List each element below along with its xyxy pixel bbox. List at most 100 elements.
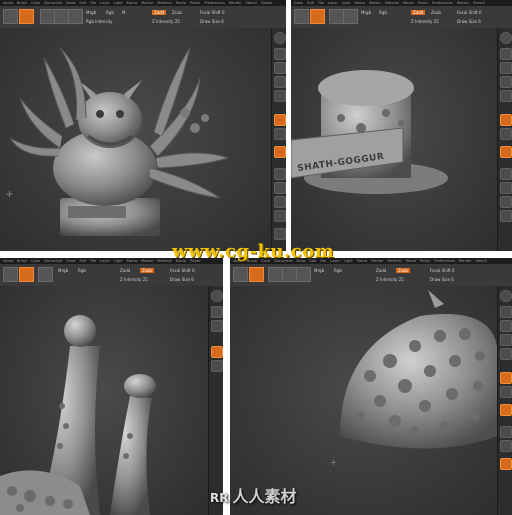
- focal-shift-label[interactable]: Focal Shift 0: [200, 10, 225, 15]
- rgb-label[interactable]: Rgb: [106, 10, 114, 15]
- menu-item[interactable]: Material: [157, 259, 171, 263]
- menu-item[interactable]: File: [318, 1, 324, 5]
- menu-item[interactable]: Marker: [371, 259, 383, 263]
- menu-item[interactable]: Light: [114, 1, 123, 5]
- menu-item[interactable]: Light: [344, 259, 353, 263]
- scale-button[interactable]: [54, 9, 69, 24]
- edit-button[interactable]: [294, 9, 309, 24]
- move-button[interactable]: [40, 9, 55, 24]
- edit-button[interactable]: [3, 267, 18, 282]
- menu-item[interactable]: Draw: [66, 1, 75, 5]
- persp-button[interactable]: [500, 372, 512, 384]
- scale-view-button[interactable]: [274, 196, 286, 208]
- aahalf-button[interactable]: [500, 90, 512, 102]
- move-button[interactable]: [38, 267, 53, 282]
- canvas-viewport[interactable]: [0, 286, 208, 515]
- z-intensity-label[interactable]: Z Intensity 25: [411, 19, 439, 24]
- zsub-label[interactable]: Zsub: [396, 268, 410, 273]
- menu-item[interactable]: Render: [229, 1, 241, 5]
- aahalf-button[interactable]: [500, 348, 512, 360]
- focal-shift-label[interactable]: Focal Shift 0: [170, 268, 195, 273]
- menu-item[interactable]: Macro: [127, 1, 138, 5]
- scroll-button[interactable]: [500, 48, 512, 60]
- bpr-button[interactable]: [500, 32, 512, 44]
- z-intensity-label[interactable]: Z Intensity 25: [120, 277, 148, 282]
- menu-item[interactable]: Alpha: [3, 259, 13, 263]
- draw-button[interactable]: [249, 267, 264, 282]
- menu-item[interactable]: Draw: [294, 1, 303, 5]
- edit-button[interactable]: [233, 267, 248, 282]
- actual-button[interactable]: [500, 334, 512, 346]
- menu-item[interactable]: Macro: [357, 259, 368, 263]
- frame-button[interactable]: [274, 168, 286, 180]
- rgb-label[interactable]: Rgb: [78, 268, 86, 273]
- menu-item[interactable]: Document: [44, 259, 62, 263]
- rotate-view-button[interactable]: [274, 210, 286, 222]
- menu-item[interactable]: Layer: [100, 259, 110, 263]
- focal-shift-label[interactable]: Focal Shift 0: [457, 10, 482, 15]
- menu-item[interactable]: Render: [457, 1, 469, 5]
- menu-item[interactable]: Marker: [141, 259, 153, 263]
- bpr-button[interactable]: [274, 32, 286, 44]
- move-view-button[interactable]: [500, 182, 512, 194]
- rotate-button[interactable]: [296, 267, 311, 282]
- menu-item[interactable]: Draw: [66, 259, 75, 263]
- menu-item[interactable]: Macro: [354, 1, 365, 5]
- menu-item[interactable]: Light: [114, 259, 123, 263]
- polyf-button[interactable]: [274, 228, 286, 240]
- persp-button[interactable]: [211, 346, 223, 358]
- rgb-label[interactable]: Rgb: [334, 268, 342, 273]
- menu-item[interactable]: Stencil: [245, 1, 257, 5]
- menu-item[interactable]: Preferences: [434, 259, 455, 263]
- move-button[interactable]: [329, 9, 344, 24]
- zsub-label[interactable]: Zsub: [431, 10, 441, 15]
- zadd-label[interactable]: Zadd: [376, 268, 386, 273]
- m-label[interactable]: M: [122, 10, 125, 15]
- canvas-viewport[interactable]: +: [230, 286, 497, 515]
- floor-button[interactable]: [211, 360, 223, 372]
- rotate-button[interactable]: [68, 9, 83, 24]
- persp-button[interactable]: [500, 114, 512, 126]
- menu-item[interactable]: Edit: [80, 259, 87, 263]
- menu-item[interactable]: Movie: [176, 1, 186, 5]
- scale-button[interactable]: [282, 267, 297, 282]
- z-intensity-label[interactable]: Z Intensity 25: [152, 19, 180, 24]
- local-button[interactable]: [500, 146, 512, 158]
- draw-button[interactable]: [19, 267, 34, 282]
- local-button[interactable]: [500, 404, 512, 416]
- menu-item[interactable]: Movie: [406, 259, 416, 263]
- menu-item[interactable]: Layer: [328, 1, 338, 5]
- aahalf-button[interactable]: [274, 90, 286, 102]
- draw-button[interactable]: [310, 9, 325, 24]
- move-view-button[interactable]: [274, 182, 286, 194]
- local-button[interactable]: [274, 146, 286, 158]
- menu-item[interactable]: Picker: [190, 1, 200, 5]
- menu-item[interactable]: Marker: [369, 1, 381, 5]
- bpr-button[interactable]: [500, 290, 512, 302]
- canvas-viewport[interactable]: SHATH-GOGGUR: [291, 28, 497, 251]
- z-intensity-label[interactable]: Z Intensity 25: [376, 277, 404, 282]
- menu-item[interactable]: Material: [387, 259, 401, 263]
- menu-item[interactable]: Preferences: [432, 1, 453, 5]
- mrgb-label[interactable]: Mrgb: [314, 268, 324, 273]
- menu-item[interactable]: Movie: [403, 1, 413, 5]
- floor-button[interactable]: [500, 386, 512, 398]
- draw-size-label[interactable]: Draw Size 6: [170, 277, 194, 282]
- menu-item[interactable]: Picker: [418, 1, 428, 5]
- menu-item[interactable]: Light: [342, 1, 351, 5]
- draw-size-label[interactable]: Draw Size 6: [430, 277, 454, 282]
- actual-button[interactable]: [500, 76, 512, 88]
- menu-item[interactable]: Stroke: [261, 1, 272, 5]
- persp-button[interactable]: [274, 114, 286, 126]
- mrgb-label[interactable]: Mrgb: [58, 268, 68, 273]
- draw-size-label[interactable]: Draw Size 6: [457, 19, 481, 24]
- menu-item[interactable]: Stencil: [475, 259, 487, 263]
- menu-item[interactable]: Stencil: [473, 1, 485, 5]
- scroll-button[interactable]: [211, 306, 223, 318]
- actual-button[interactable]: [274, 76, 286, 88]
- zadd-label[interactable]: Zadd: [411, 10, 426, 15]
- menu-item[interactable]: Picker: [420, 259, 430, 263]
- scroll-button[interactable]: [500, 306, 512, 318]
- draw-size-label[interactable]: Draw Size 6: [200, 19, 224, 24]
- mrgb-label[interactable]: Mrgb: [86, 10, 96, 15]
